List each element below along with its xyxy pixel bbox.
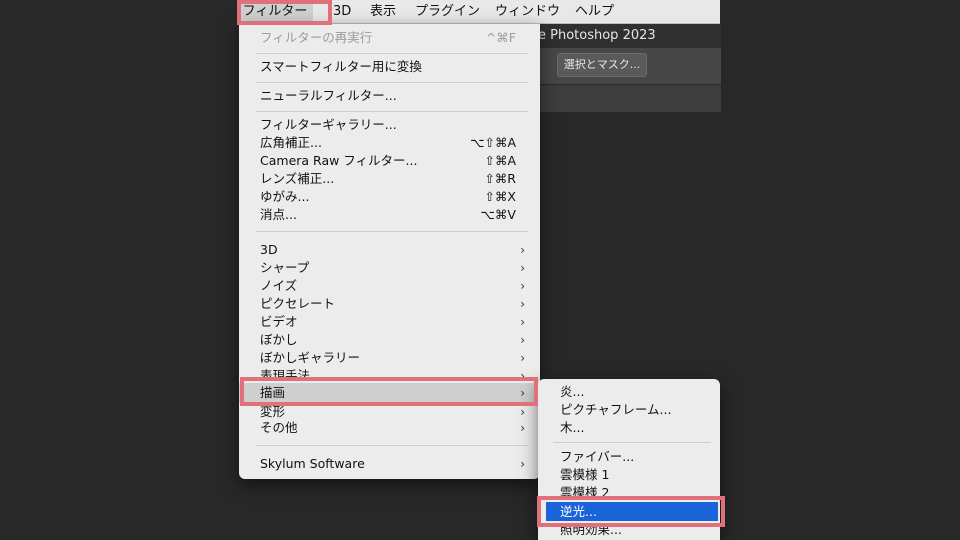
menu-separator [256,445,528,446]
submenu-item-picture-frame[interactable]: ピクチャフレーム... [538,401,720,419]
submenu-item-tree[interactable]: 木... [538,419,720,437]
chevron-right-icon: › [520,297,525,311]
menu-item-video[interactable]: ビデオ › [239,313,540,331]
shortcut: ⌥⇧⌘A [470,135,516,150]
menu-item-blur-gallery[interactable]: ぼかしギャラリー › [239,349,540,367]
shortcut: ⇧⌘A [484,153,516,168]
chevron-right-icon: › [520,279,525,293]
submenu-item-flame[interactable]: 炎... [538,383,720,401]
chevron-right-icon: › [520,421,525,435]
menu-separator [256,53,528,54]
menu-item-noise[interactable]: ノイズ › [239,277,540,295]
menu-item-pixelate[interactable]: ピクセレート › [239,295,540,313]
highlight-box [537,496,725,527]
chevron-right-icon: › [520,315,525,329]
menu-item-camera-raw[interactable]: Camera Raw フィルター... ⇧⌘A [239,152,540,170]
submenu-item-fibers[interactable]: ファイバー... [538,448,720,466]
menu-item-skylum-software[interactable]: Skylum Software › [239,455,540,473]
menu-item-neural-filters[interactable]: ニューラルフィルター... [239,87,540,105]
shortcut: ⇧⌘R [484,171,516,186]
menu-item-filter-gallery[interactable]: フィルターギャラリー... [239,116,540,134]
menubar-plugins[interactable]: プラグイン [415,0,480,23]
menu-item-convert-smart-filter[interactable]: スマートフィルター用に変換 [239,58,540,76]
chevron-right-icon: › [520,457,525,471]
shortcut: ^⌘F [485,30,516,45]
menu-item-lens-correction[interactable]: レンズ補正... ⇧⌘R [239,170,540,188]
menu-item-repeat-filter[interactable]: フィルターの再実行 ^⌘F [239,29,540,47]
select-and-mask-button[interactable]: 選択とマスク... [557,53,647,77]
highlight-box [237,0,332,25]
menubar-view[interactable]: 表示 [370,0,396,23]
app-window: e Photoshop 2023 選択とマスク... [540,24,721,112]
chevron-right-icon: › [520,243,525,257]
menubar-help[interactable]: ヘルプ [575,0,614,23]
highlight-box [240,377,538,406]
menu-item-3d[interactable]: 3D › [239,241,540,259]
menu-item-vanishing-point[interactable]: 消点... ⌥⌘V [239,206,540,224]
chevron-right-icon: › [520,333,525,347]
app-titlebar: e Photoshop 2023 [540,24,721,48]
chevron-right-icon: › [520,261,525,275]
menu-separator [256,231,528,232]
menubar-3d[interactable]: 3D [333,0,351,23]
menu-item-adaptive-wide-angle[interactable]: 広角補正... ⌥⇧⌘A [239,134,540,152]
menubar-window[interactable]: ウィンドウ [495,0,560,23]
menu-separator [256,82,528,83]
menu-separator [553,442,711,443]
options-bar: 選択とマスク... [540,48,721,85]
menu-item-blur[interactable]: ぼかし › [239,331,540,349]
shortcut: ⌥⌘V [480,207,516,222]
menu-separator [256,111,528,112]
menu-item-sharpen[interactable]: シャープ › [239,259,540,277]
submenu-item-clouds-1[interactable]: 雲模様 1 [538,466,720,484]
menu-item-liquify[interactable]: ゆがみ... ⇧⌘X [239,188,540,206]
chevron-right-icon: › [520,351,525,365]
filter-menu: フィルターの再実行 ^⌘F スマートフィルター用に変換 ニューラルフィルター..… [239,24,540,479]
app-title: e Photoshop 2023 [540,28,656,43]
shortcut: ⇧⌘X [484,189,516,204]
menu-item-other[interactable]: その他 › [239,419,540,437]
